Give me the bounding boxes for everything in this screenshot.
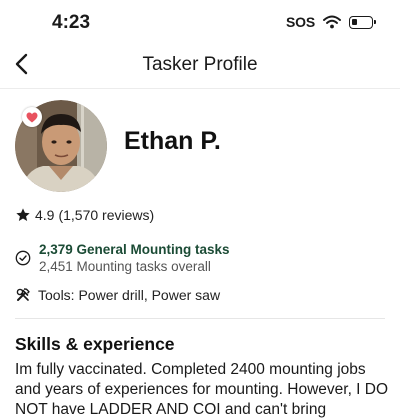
status-time: 4:23 xyxy=(52,12,91,33)
wifi-icon xyxy=(322,15,341,29)
star-icon xyxy=(16,208,30,221)
check-circle-icon xyxy=(15,250,31,266)
sos-indicator: SOS xyxy=(286,14,315,30)
tasker-name: Ethan P. xyxy=(124,127,221,155)
tools-text: Tools: Power drill, Power saw xyxy=(38,287,221,303)
status-indicators: SOS xyxy=(286,14,376,30)
tools-row: Tools: Power drill, Power saw xyxy=(15,287,220,303)
section-divider xyxy=(15,318,385,319)
category-task-count: 2,379 General Mounting tasks xyxy=(39,242,230,257)
tasks-row: 2,379 General Mounting tasks 2,451 Mount… xyxy=(15,241,230,275)
header-divider xyxy=(0,88,400,89)
tools-icon xyxy=(16,288,30,301)
heart-icon xyxy=(26,112,38,122)
rating-value: 4.9 xyxy=(35,207,55,223)
skills-heading: Skills & experience xyxy=(15,334,175,354)
skills-description: Im fully vaccinated. Completed 2400 moun… xyxy=(15,361,389,418)
favorite-button[interactable] xyxy=(22,107,42,127)
overall-task-count: 2,451 Mounting tasks overall xyxy=(39,259,211,274)
page-title: Tasker Profile xyxy=(142,54,258,75)
battery-icon xyxy=(348,15,376,29)
rating-row: 4.9 (1,570 reviews) xyxy=(15,207,154,223)
review-count: (1,570 reviews) xyxy=(58,207,155,223)
